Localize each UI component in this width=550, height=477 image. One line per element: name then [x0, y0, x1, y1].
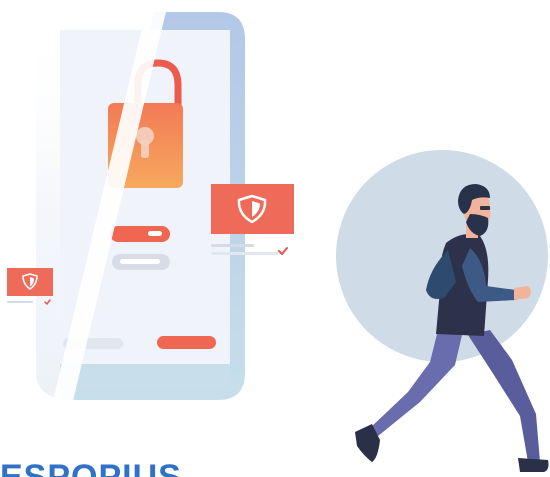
bottom-caption-text: ESPOPIUS — [0, 458, 182, 477]
bottom-caption: ESPOPIUS — [0, 458, 200, 477]
login-button-placeholder — [157, 336, 216, 349]
shield-card-large — [211, 184, 294, 255]
mobile-security-illustration — [7, 0, 549, 472]
checkmark-icon — [278, 247, 288, 255]
password-field — [110, 226, 170, 242]
